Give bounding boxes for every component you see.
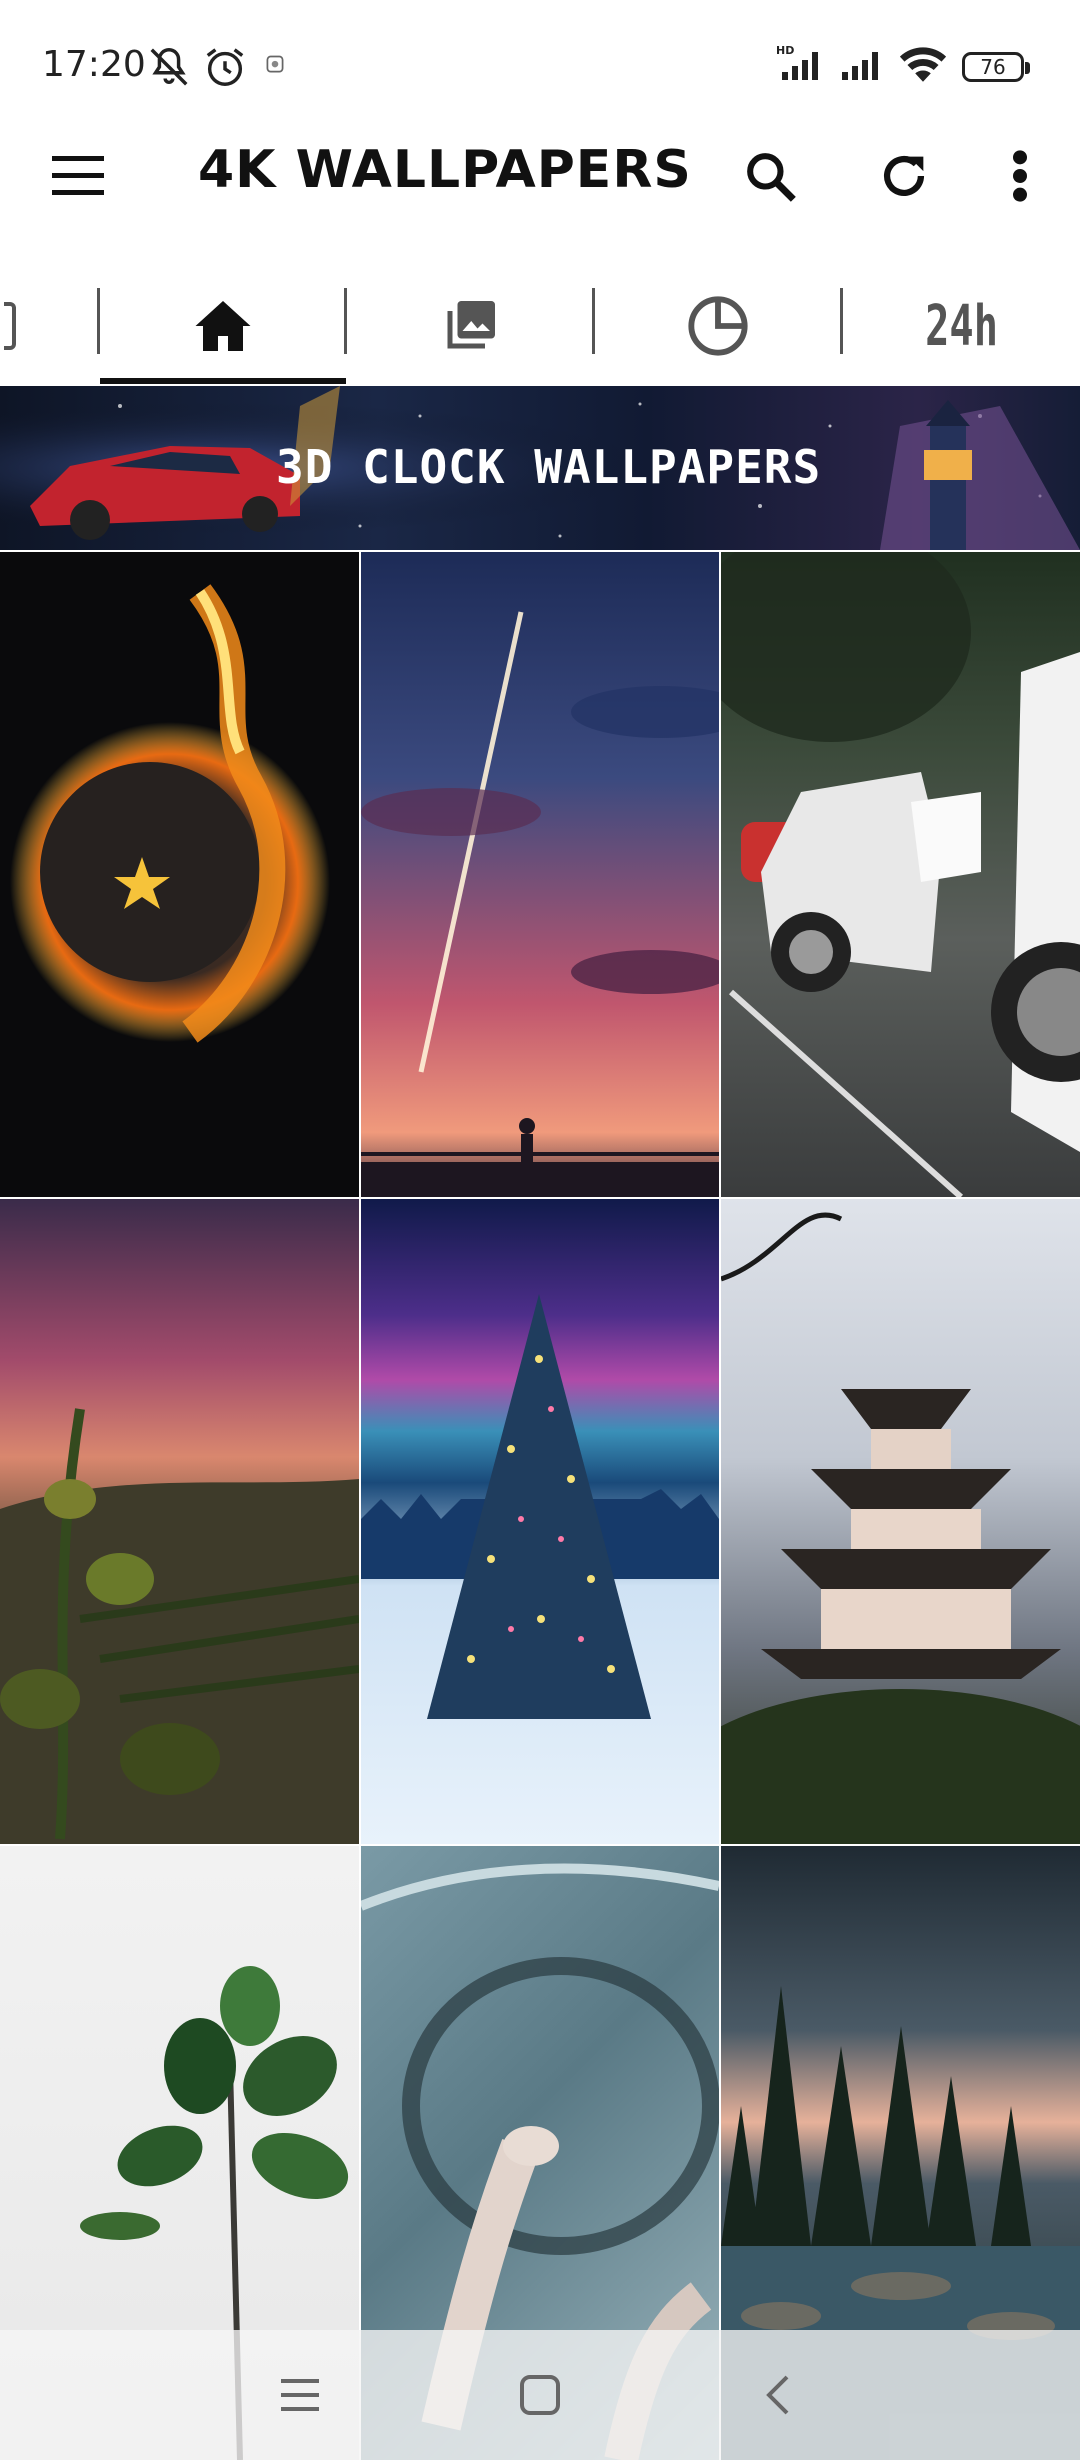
wallpaper-image bbox=[361, 611, 719, 1197]
svg-text:HD: HD bbox=[776, 44, 794, 57]
wallpaper-tile-christmas-tree[interactable] bbox=[361, 1199, 719, 1844]
tab-selected-indicator bbox=[100, 378, 346, 384]
back-button[interactable] bbox=[718, 2350, 838, 2440]
wallpaper-tile-white-car[interactable] bbox=[721, 552, 1080, 1197]
wallpaper-image bbox=[10, 584, 330, 1043]
alarm-icon bbox=[206, 48, 244, 86]
status-time: 17:20 bbox=[42, 44, 146, 85]
more-vert-icon bbox=[1013, 150, 1027, 202]
home-icon bbox=[195, 301, 251, 351]
wifi-icon bbox=[899, 47, 947, 82]
wallpaper-tile-sunset-sky[interactable] bbox=[361, 552, 719, 1197]
menu-icon bbox=[52, 156, 104, 195]
wallpaper-image bbox=[721, 552, 1080, 1197]
more-options-button[interactable] bbox=[980, 136, 1060, 216]
recents-button[interactable] bbox=[240, 2350, 360, 2440]
menu-button[interactable] bbox=[38, 136, 118, 216]
back-icon bbox=[766, 2375, 789, 2415]
app-title: 4K WALLPAPERS bbox=[198, 140, 692, 200]
refresh-button[interactable] bbox=[864, 136, 944, 216]
tab-home[interactable] bbox=[100, 270, 346, 382]
tab-recent[interactable] bbox=[595, 270, 841, 382]
hd-signal-icon: HD bbox=[776, 44, 818, 80]
notification-icon bbox=[266, 55, 284, 73]
wallpaper-tile-vineyard[interactable] bbox=[0, 1199, 359, 1844]
banner-text: 3D CLOCK WALLPAPERS bbox=[276, 440, 822, 494]
refresh-icon bbox=[883, 155, 925, 197]
wallpaper-image bbox=[721, 1212, 1080, 1844]
clock-icon bbox=[688, 296, 748, 356]
tab-partial-icon bbox=[4, 302, 16, 350]
tab-gallery[interactable] bbox=[347, 270, 593, 382]
search-button[interactable] bbox=[730, 136, 810, 216]
tab-24h[interactable]: 24h bbox=[843, 270, 1080, 382]
wallpaper-image bbox=[0, 1408, 359, 1844]
signal-icon bbox=[842, 52, 878, 80]
mute-icon bbox=[150, 48, 188, 86]
gallery-icon bbox=[447, 301, 495, 349]
battery-icon: 76 bbox=[962, 52, 1030, 82]
tab-partial[interactable] bbox=[0, 270, 20, 382]
recents-icon bbox=[281, 2379, 319, 2411]
wallpaper-tile-japanese-castle[interactable] bbox=[721, 1199, 1080, 1844]
tab-24h-label: 24h bbox=[925, 293, 998, 359]
wallpaper-image bbox=[361, 1294, 719, 1719]
home-nav-icon bbox=[520, 2375, 560, 2415]
promo-banner[interactable]: 3D CLOCK WALLPAPERS bbox=[0, 386, 1080, 550]
home-nav-button[interactable] bbox=[480, 2350, 600, 2440]
search-icon bbox=[747, 153, 796, 202]
wallpaper-tile-fiery-planet[interactable] bbox=[0, 552, 359, 1197]
